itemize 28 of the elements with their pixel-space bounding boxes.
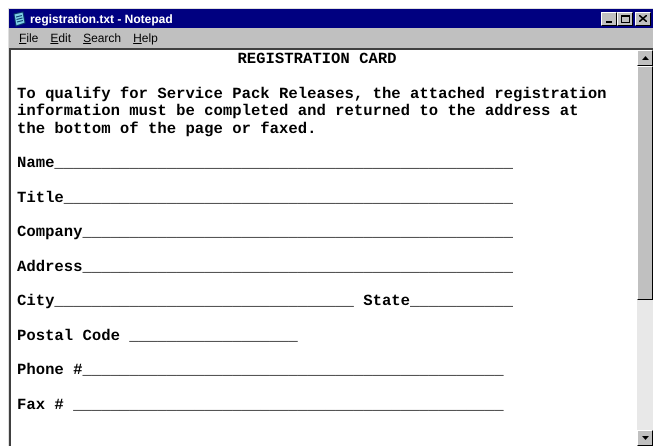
scroll-thumb[interactable] xyxy=(637,66,653,300)
menu-item[interactable]: File xyxy=(15,28,42,46)
close-icon xyxy=(639,15,647,22)
vertical-scrollbar[interactable] xyxy=(637,50,653,446)
form-field-line: Address______________________________________________ xyxy=(17,258,513,276)
scroll-up-button[interactable] xyxy=(637,50,653,66)
document-heading: REGISTRATION CARD xyxy=(236,51,398,68)
window-title: registration.txt - Notepad xyxy=(30,10,173,28)
up-arrow-icon xyxy=(642,56,648,60)
form-field-line: Title________________________________________________ xyxy=(17,188,513,206)
menu-item[interactable]: Help xyxy=(129,28,162,46)
maximize-button[interactable] xyxy=(617,12,633,26)
form-field-line: Name_________________________________________________ xyxy=(17,154,513,172)
form-field-line: Phone #_____________________________________________ xyxy=(17,361,504,379)
document-paragraph: To qualify for Service Pack Releases, the attached registration information must be completed and returned to the address at the bottom of the page or faxed. xyxy=(17,86,608,138)
maximize-icon xyxy=(620,14,630,22)
down-arrow-icon xyxy=(642,436,648,440)
menu-item[interactable]: Edit xyxy=(46,28,76,46)
form-field-line: Postal Code __________________ xyxy=(17,326,298,344)
scroll-down-button[interactable] xyxy=(637,430,653,446)
form-field-line: City________________________________ State___________ xyxy=(17,292,513,310)
menu-item[interactable]: Search xyxy=(79,28,126,46)
notepad-icon xyxy=(11,10,27,26)
form-field-line: Fax # ______________________________________________ xyxy=(17,396,504,414)
minimize-icon xyxy=(606,20,612,22)
minimize-button[interactable] xyxy=(601,12,617,26)
form-field-line: Company______________________________________________ xyxy=(17,223,513,241)
close-button[interactable] xyxy=(635,12,651,26)
